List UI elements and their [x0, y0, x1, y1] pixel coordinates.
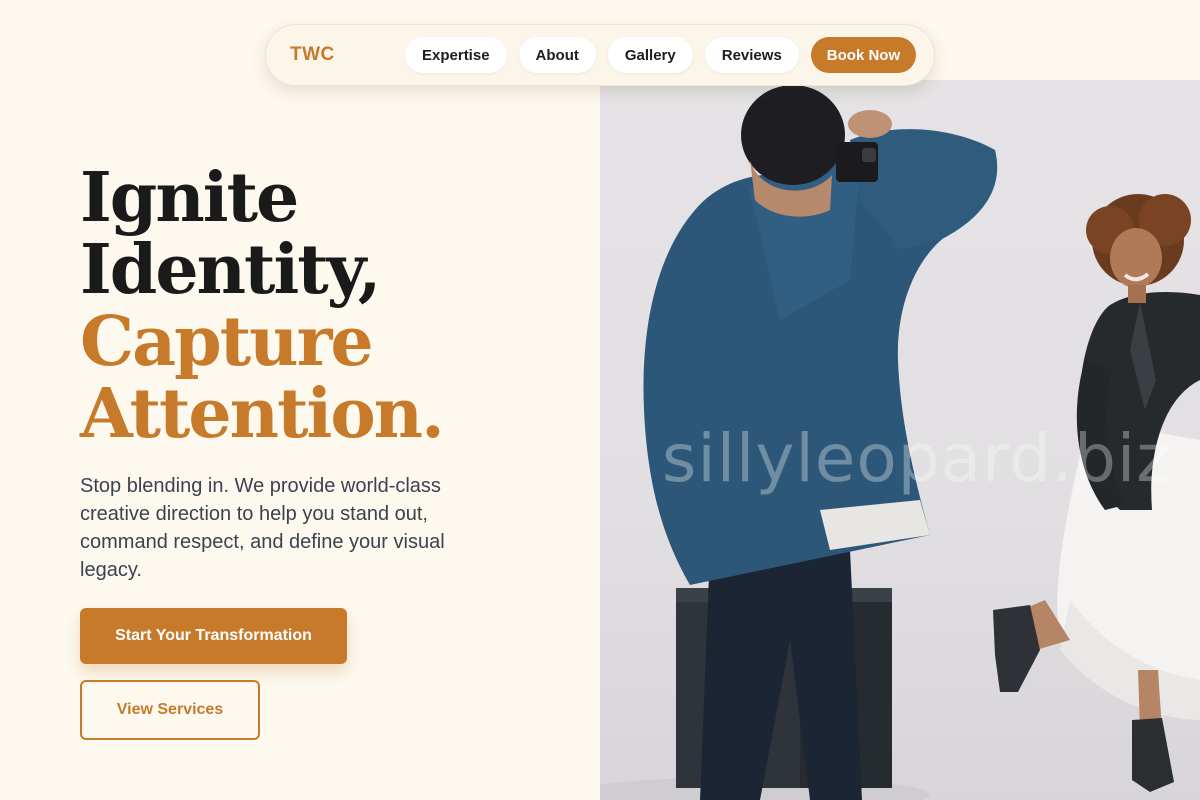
landing-page: sillyleopard.biz TWC Expertise About Gal…: [0, 0, 1200, 800]
top-navigation: TWC Expertise About Gallery Reviews Book…: [265, 24, 935, 86]
nav-link-expertise[interactable]: Expertise: [405, 37, 507, 73]
nav-link-about[interactable]: About: [518, 37, 596, 73]
nav-links: Expertise About Gallery Reviews Book Now: [405, 37, 917, 73]
nav-link-gallery[interactable]: Gallery: [607, 37, 693, 73]
start-transformation-button[interactable]: Start Your Transformation: [80, 608, 347, 664]
hero-photo: sillyleopard.biz: [600, 80, 1200, 800]
nav-link-reviews[interactable]: Reviews: [704, 37, 799, 73]
image-watermark: sillyleopard.biz: [662, 420, 1172, 497]
book-now-button[interactable]: Book Now: [810, 37, 917, 73]
brand-logo[interactable]: TWC: [290, 44, 335, 66]
hero-lead-text: Stop blending in. We provide world-class…: [80, 475, 445, 581]
headline-line-3: Capture: [80, 302, 374, 382]
hero-headline: Ignite Identity, Capture Attention.: [80, 158, 445, 454]
headline-line-1: Ignite: [80, 158, 299, 238]
headline-line-2: Identity,: [80, 230, 381, 310]
view-services-button[interactable]: View Services: [80, 680, 260, 740]
headline-line-4: Attention.: [80, 374, 445, 454]
